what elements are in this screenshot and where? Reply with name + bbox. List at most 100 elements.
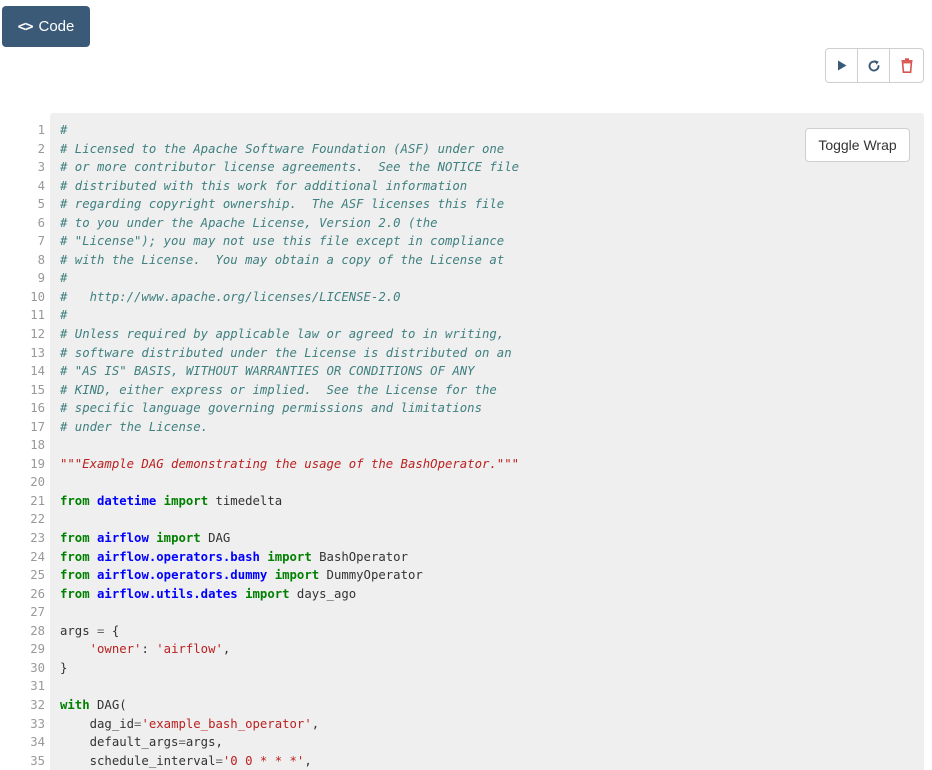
- code-token: # or more contributor license agreements…: [60, 160, 520, 175]
- code-token: from: [60, 549, 90, 564]
- code-token: # distributed with this work for additio…: [60, 178, 468, 193]
- line-source: }: [60, 659, 67, 678]
- refresh-icon: [868, 59, 879, 71]
- line-source: default_args=args,: [60, 733, 223, 752]
- line-number: 15: [30, 382, 45, 397]
- code-line: 35 schedule_interval='0 0 * * *',: [0, 752, 924, 770]
- line-number: 22: [30, 512, 45, 527]
- toggle-wrap-button[interactable]: Toggle Wrap: [805, 128, 910, 162]
- code-token: # regarding copyright ownership. The ASF…: [60, 197, 505, 212]
- line-number: 29: [30, 642, 45, 657]
- code-token: args: [60, 623, 98, 638]
- line-number: 33: [30, 716, 45, 731]
- line-number: 4: [37, 178, 45, 193]
- code-line: 8 # with the License. You may obtain a co…: [0, 251, 924, 270]
- line-number: 30: [30, 660, 45, 675]
- line-source: schedule_interval='0 0 * * *',: [60, 752, 312, 770]
- line-number: 2: [37, 141, 45, 156]
- line-number: 5: [37, 197, 45, 212]
- code-line: 31: [0, 677, 924, 696]
- line-source: """Example DAG demonstrating the usage o…: [60, 455, 519, 474]
- code-token: # software distributed under the License…: [60, 345, 512, 360]
- code-line: 32 with DAG(: [0, 696, 924, 715]
- line-number: 34: [30, 735, 45, 750]
- code-token: # Unless required by applicable law or a…: [60, 327, 505, 342]
- code-token: 'example_bash_operator': [141, 716, 312, 731]
- line-source: # with the License. You may obtain a cop…: [60, 251, 504, 270]
- line-source: # specific language governing permission…: [60, 399, 482, 418]
- code-token: BashOperator: [311, 549, 408, 564]
- line-source: # under the License.: [60, 418, 208, 437]
- line-source: # Licensed to the Apache Software Founda…: [60, 140, 504, 159]
- code-token: ,: [304, 753, 312, 768]
- line-source: #: [60, 121, 67, 140]
- line-number: 19: [30, 456, 45, 471]
- line-number: 28: [30, 623, 45, 638]
- code-token: schedule_interval: [60, 753, 216, 768]
- code-line: 10 # http://www.apache.org/licenses/LICEN…: [0, 288, 924, 307]
- line-number: 13: [30, 345, 45, 360]
- code-token: =: [178, 735, 186, 750]
- code-token: from: [60, 586, 90, 601]
- code-token: # "AS IS" BASIS, WITHOUT WARRANTIES OR C…: [60, 364, 475, 379]
- code-token: timedelta: [208, 493, 283, 508]
- code-line: 12 # Unless required by applicable law or…: [0, 325, 924, 344]
- code-viewer: 1 #2 # Licensed to the Apache Software Fou…: [0, 113, 932, 770]
- line-source: from airflow.operators.bash import BashO…: [60, 548, 408, 567]
- code-token: args,: [185, 735, 223, 750]
- code-line: 25 from airflow.operators.dummy import Du…: [0, 566, 924, 585]
- line-number: 12: [30, 327, 45, 342]
- line-source: # regarding copyright ownership. The ASF…: [60, 195, 504, 214]
- line-source: # KIND, either express or implied. See t…: [60, 381, 497, 400]
- code-token: DummyOperator: [319, 568, 423, 583]
- line-source: # "License"); you may not use this file …: [60, 232, 504, 251]
- code-token: #: [60, 271, 68, 286]
- line-number: 17: [30, 419, 45, 434]
- line-number: 23: [30, 531, 45, 546]
- code-token: =: [215, 753, 223, 768]
- line-source: # or more contributor license agreements…: [60, 158, 519, 177]
- code-line: 18: [0, 436, 924, 455]
- code-line: 28 args = {: [0, 622, 924, 641]
- code-line: 23 from airflow import DAG: [0, 529, 924, 548]
- line-source: # software distributed under the License…: [60, 344, 512, 363]
- code-token: ,: [311, 716, 320, 731]
- code-token: }: [60, 660, 68, 675]
- code-line: 1 #: [0, 121, 924, 140]
- refresh-button[interactable]: [858, 49, 890, 82]
- line-source: 'owner': 'airflow',: [60, 640, 231, 659]
- code-line: 5 # regarding copyright ownership. The AS…: [0, 195, 924, 214]
- code-token: {: [104, 623, 120, 638]
- code-token: airflow.operators.bash: [97, 549, 260, 564]
- run-button[interactable]: [826, 49, 858, 82]
- code-token: # http://www.apache.org/licenses/LICENSE…: [60, 289, 401, 304]
- code-token: ,: [222, 642, 231, 657]
- delete-button[interactable]: [890, 49, 923, 82]
- code-brackets-icon: <>: [17, 18, 34, 35]
- code-token: from: [60, 531, 90, 546]
- code-line: 11 #: [0, 306, 924, 325]
- code-token: import: [156, 531, 201, 546]
- line-source: with DAG(: [60, 696, 127, 715]
- code-line: 14 # "AS IS" BASIS, WITHOUT WARRANTIES OR…: [0, 362, 924, 381]
- code-line: 15 # KIND, either express or implied. See…: [0, 381, 924, 400]
- code-line: 17 # under the License.: [0, 418, 924, 437]
- code-line: 24 from airflow.operators.bash import Bas…: [0, 548, 924, 567]
- code-token: :: [141, 642, 157, 657]
- code-line: 33 dag_id='example_bash_operator',: [0, 715, 924, 734]
- trash-icon: [901, 58, 912, 73]
- code-line: 22: [0, 510, 924, 529]
- code-token: # Licensed to the Apache Software Founda…: [60, 141, 505, 156]
- line-number: 24: [30, 549, 45, 564]
- line-number: 14: [30, 364, 45, 379]
- line-source: #: [60, 306, 67, 325]
- code-token: with: [60, 697, 90, 712]
- code-line: 4 # distributed with this work for additi…: [0, 177, 924, 196]
- code-tab-button[interactable]: <> Code: [2, 6, 90, 47]
- code-token: '0 0 * * *': [222, 753, 305, 768]
- play-icon: [837, 60, 846, 71]
- line-number: 32: [30, 697, 45, 712]
